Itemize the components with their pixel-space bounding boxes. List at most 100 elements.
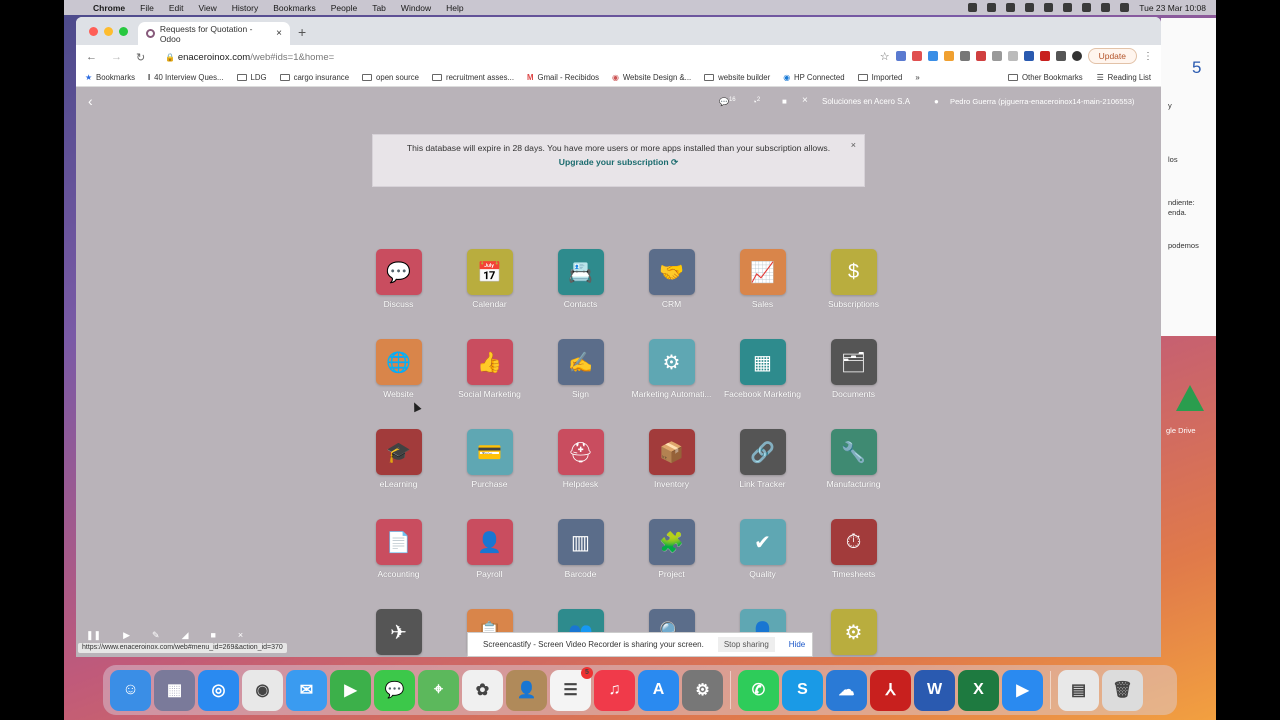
update-button[interactable]: Update: [1087, 48, 1137, 64]
pen-tool-icon[interactable]: ✎: [152, 630, 160, 644]
browser-tab[interactable]: Requests for Quotation - Odoo ×: [138, 22, 290, 45]
app-sign[interactable]: ✍ Sign: [535, 339, 626, 399]
facetime-icon[interactable]: ▶: [330, 669, 371, 711]
close-recorder-icon[interactable]: ×: [238, 630, 243, 644]
menu-people[interactable]: People: [331, 3, 357, 13]
close-tab-icon[interactable]: ×: [276, 28, 282, 39]
back-arrow-icon[interactable]: ←: [86, 51, 97, 63]
activities-icon[interactable]: ◔2: [752, 97, 760, 107]
pen-icon[interactable]: [1006, 3, 1016, 12]
menu-view[interactable]: View: [198, 3, 216, 13]
menu-bookmarks[interactable]: Bookmarks: [273, 3, 316, 13]
app-project[interactable]: 🧩 Project: [626, 519, 717, 579]
forward-arrow-icon[interactable]: →: [111, 51, 122, 63]
reload-icon[interactable]: ↻: [136, 51, 145, 64]
app-manufacturing[interactable]: 🔧 Manufacturing: [808, 429, 899, 489]
app-calendar[interactable]: 📅 Calendar: [444, 249, 535, 309]
contacts-icon[interactable]: 👤: [506, 669, 547, 711]
reading-list[interactable]: ☰ Reading List: [1097, 73, 1151, 82]
volume-icon[interactable]: [1063, 3, 1073, 12]
launchpad-icon[interactable]: ▦: [154, 669, 195, 711]
google-drive-desktop-item[interactable]: gle Drive: [1160, 385, 1215, 445]
photos-icon[interactable]: ✿: [462, 669, 503, 711]
app-subscriptions[interactable]: $ Subscriptions: [808, 249, 899, 309]
lock-icon[interactable]: ■: [782, 97, 787, 106]
new-tab-button[interactable]: +: [298, 24, 306, 40]
extension-icon-2[interactable]: [911, 51, 922, 61]
trash-icon[interactable]: 🗑: [1102, 669, 1143, 711]
reminders-icon[interactable]: ☰ 5: [550, 666, 593, 711]
menu-window[interactable]: Window: [401, 3, 431, 13]
app-link-tracker[interactable]: 🔗 Link Tracker: [717, 429, 808, 489]
menu-file[interactable]: File: [140, 3, 154, 13]
more-bookmarks-chevron-icon[interactable]: »: [915, 73, 919, 82]
app-documents[interactable]: 🗂 Documents: [808, 339, 899, 399]
minimize-window-button[interactable]: [104, 27, 113, 36]
app-payroll[interactable]: 👤 Payroll: [444, 519, 535, 579]
messages-icon[interactable]: 💬: [374, 669, 415, 711]
app-marketing-automati[interactable]: ⚙ Marketing Automati...: [626, 339, 717, 399]
pause-icon[interactable]: ❚❚: [86, 630, 101, 644]
camera-icon[interactable]: ■: [210, 630, 215, 644]
mail-icon[interactable]: ✉: [286, 669, 327, 711]
zoom-window-button[interactable]: [119, 27, 128, 36]
bookmark-recruitment[interactable]: recruitment asses...: [431, 73, 514, 82]
maps-icon[interactable]: ⌖: [418, 669, 459, 711]
bookmark-hp-connected[interactable]: ◉ HP Connected: [783, 73, 844, 82]
user-menu[interactable]: Pedro Guerra (pjguerra-enaceroinox14-mai…: [950, 97, 1134, 106]
dismiss-banner-icon[interactable]: ×: [851, 139, 856, 152]
wifi-icon[interactable]: [1082, 3, 1092, 12]
extension-icon-6[interactable]: [975, 51, 986, 61]
extension-icon-1[interactable]: [895, 51, 906, 61]
screencastify-icon[interactable]: [968, 3, 978, 12]
app-helpdesk[interactable]: ⛑ Helpdesk: [535, 429, 626, 489]
app-purchase[interactable]: 💳 Purchase: [444, 429, 535, 489]
bookmark-cargo-insurance[interactable]: cargo insurance: [279, 73, 349, 82]
menu-edit[interactable]: Edit: [169, 3, 184, 13]
extension-icon-10[interactable]: [1039, 51, 1050, 61]
stop-sharing-button[interactable]: Stop sharing: [717, 637, 775, 652]
extension-icon-4[interactable]: [943, 51, 954, 61]
skype-icon[interactable]: S: [782, 669, 823, 711]
app-discuss[interactable]: 💬 Discuss: [353, 249, 444, 309]
extension-icon-5[interactable]: [959, 51, 970, 61]
other-bookmarks[interactable]: Other Bookmarks: [1007, 73, 1083, 82]
bookmark-open-source[interactable]: open source: [362, 73, 419, 82]
upgrade-subscription-link[interactable]: Upgrade your subscription ⟳: [373, 156, 864, 169]
app-facebook-marketing[interactable]: ▦ Facebook Marketing: [717, 339, 808, 399]
search-icon[interactable]: [1101, 3, 1111, 12]
menubar-app-name[interactable]: Chrome: [93, 3, 125, 13]
extension-icon-3[interactable]: [927, 51, 938, 61]
bookmark-imported[interactable]: Imported: [857, 73, 902, 82]
play-icon[interactable]: ▶: [123, 630, 130, 644]
excel-icon[interactable]: X: [958, 669, 999, 711]
onedrive-icon[interactable]: ☁: [826, 669, 867, 711]
app-sales[interactable]: 📈 Sales: [717, 249, 808, 309]
user-avatar[interactable]: ●: [934, 97, 939, 106]
company-switcher[interactable]: Soluciones en Acero S.A: [822, 97, 910, 106]
word-icon[interactable]: W: [914, 669, 955, 711]
menu-help[interactable]: Help: [446, 3, 463, 13]
bookmark-website-builder[interactable]: website builder: [704, 73, 770, 82]
hide-sharing-button[interactable]: Hide: [789, 640, 805, 649]
app-crm[interactable]: 🤝 CRM: [626, 249, 717, 309]
app-inventory[interactable]: 📦 Inventory: [626, 429, 717, 489]
acrobat-icon[interactable]: ⅄: [870, 669, 911, 711]
bookmark-ldg[interactable]: LDG: [236, 73, 267, 82]
system-preferences-icon[interactable]: ⚙: [682, 669, 723, 711]
music-icon[interactable]: ♫: [594, 669, 635, 711]
control-center-icon[interactable]: [1120, 3, 1130, 12]
app-contacts[interactable]: 📇 Contacts: [535, 249, 626, 309]
bookmark-gmail[interactable]: M Gmail - Recibidos: [527, 73, 599, 82]
address-bar[interactable]: 🔒 enaceroinox.com/web#ids=1&home=: [165, 52, 334, 63]
bookmark-interview[interactable]: I 40 Interview Ques...: [148, 73, 224, 82]
finder-icon[interactable]: ☺: [110, 669, 151, 711]
eraser-icon[interactable]: ◢: [182, 630, 189, 644]
app-social-marketing[interactable]: 👍 Social Marketing: [444, 339, 535, 399]
messages-icon[interactable]: 💬16: [719, 97, 736, 107]
menu-tab[interactable]: Tab: [372, 3, 386, 13]
app-website[interactable]: 🌐 Website: [353, 339, 444, 399]
app-timesheets[interactable]: ⏱ Timesheets: [808, 519, 899, 579]
chrome-menu-icon[interactable]: ⋮: [1143, 51, 1153, 62]
app-barcode[interactable]: ▥ Barcode: [535, 519, 626, 579]
